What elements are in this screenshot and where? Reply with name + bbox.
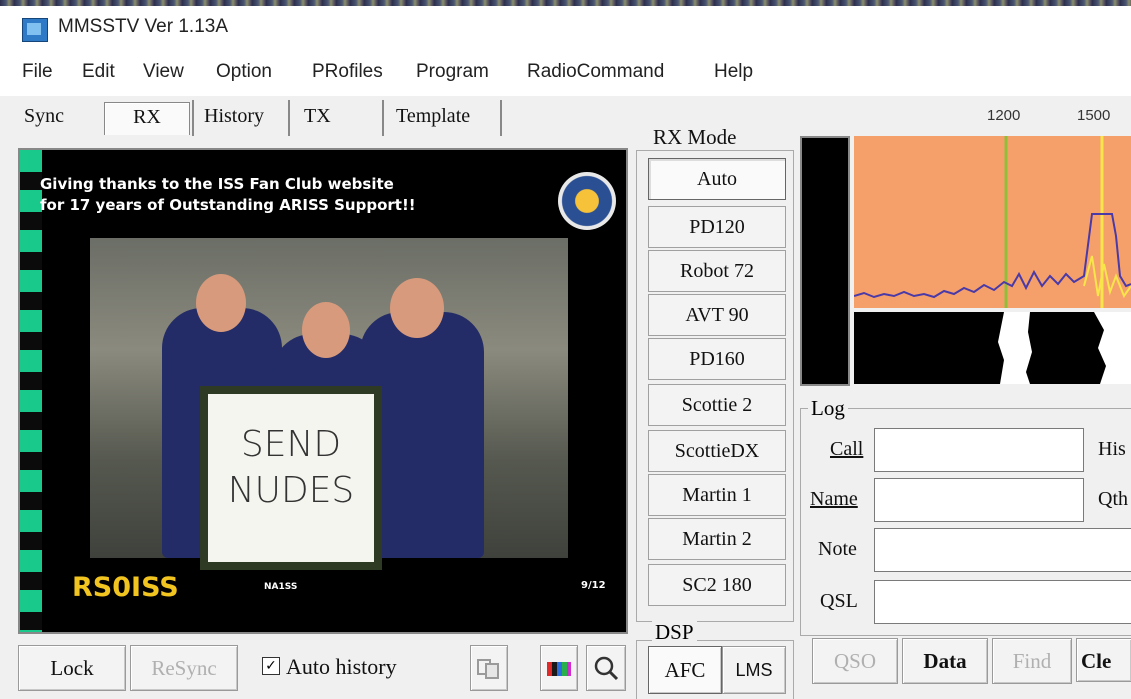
freq-label-1200: 1200 [987, 107, 1021, 124]
menu-profiles[interactable]: PRofiles [312, 61, 383, 83]
signal-level-meter [800, 136, 850, 386]
resync-button[interactable]: ReSync [130, 645, 238, 691]
sign-line-2: NUDES [227, 470, 355, 511]
log-legend: Log [808, 396, 848, 421]
tab-divider [288, 100, 290, 136]
his-label: His [1098, 438, 1126, 460]
menu-help[interactable]: Help [714, 61, 753, 83]
image-sync-stripes [20, 150, 42, 632]
afc-button[interactable]: AFC [648, 646, 722, 694]
tab-tx[interactable]: TX [304, 102, 331, 134]
menu-radiocommand[interactable]: RadioCommand [527, 61, 664, 83]
sign-line-1: SEND [240, 424, 342, 465]
data-button[interactable]: Data [902, 638, 988, 684]
waterfall-trace-left [998, 312, 1032, 384]
qso-button[interactable]: QSO [812, 638, 898, 684]
tab-template[interactable]: Template [396, 102, 470, 134]
lms-button[interactable]: LMS [722, 646, 786, 694]
color-bars-icon[interactable] [540, 645, 578, 691]
find-button[interactable]: Find [992, 638, 1072, 684]
copy-icon[interactable] [470, 645, 508, 691]
image-caption: Giving thanks to the ISS Fan Club websit… [40, 174, 416, 216]
tab-divider [192, 100, 194, 136]
spectrum-display[interactable] [854, 136, 1131, 308]
mode-martin2-button[interactable]: Martin 2 [648, 518, 786, 560]
tab-rx[interactable]: RX [104, 102, 190, 135]
mode-martin1-button[interactable]: Martin 1 [648, 474, 786, 516]
sign-board: SEND NUDES [200, 386, 382, 570]
menu-edit[interactable]: Edit [82, 61, 115, 83]
app-icon [22, 18, 48, 42]
iss-logo-icon [558, 172, 616, 230]
astronaut-center-head [302, 302, 350, 358]
menu-file[interactable]: File [22, 61, 53, 83]
call-input[interactable] [874, 428, 1084, 472]
image-callsign: RS0ISS [72, 572, 179, 603]
image-caption-line-2: for 17 years of Outstanding ARISS Suppor… [40, 196, 416, 214]
astronaut-left-head [196, 274, 246, 332]
mode-pd120-button[interactable]: PD120 [648, 206, 786, 248]
image-caption-line-1: Giving thanks to the ISS Fan Club websit… [40, 175, 394, 193]
lock-button[interactable]: Lock [18, 645, 126, 691]
note-label: Note [818, 538, 857, 560]
auto-history-checkbox[interactable]: ✓ [262, 657, 280, 675]
rx-mode-legend: RX Mode [650, 125, 740, 150]
qth-label: Qth [1098, 488, 1128, 510]
tab-sync[interactable]: Sync [24, 102, 64, 134]
tab-divider [382, 100, 384, 136]
waterfall-display[interactable] [854, 312, 1131, 384]
clear-button[interactable]: Cle [1076, 638, 1131, 682]
call-label: Call [830, 438, 864, 460]
mode-scottie2-button[interactable]: Scottie 2 [648, 384, 786, 426]
window-title: MMSSTV Ver 1.13A [58, 16, 229, 37]
spectrum-trace-yellow [1083, 255, 1131, 299]
mode-auto-button[interactable]: Auto [648, 158, 786, 200]
dsp-legend: DSP [652, 620, 697, 645]
astronaut-right-head [390, 278, 444, 338]
spectrum-trace [854, 213, 1131, 299]
mode-sc2-180-button[interactable]: SC2 180 [648, 564, 786, 606]
freq-label-1500: 1500 [1077, 107, 1111, 124]
tab-divider [500, 100, 502, 136]
menu-view[interactable]: View [143, 61, 184, 83]
image-small-id: NA1SS [264, 582, 298, 592]
mode-avt90-button[interactable]: AVT 90 [648, 294, 786, 336]
image-small-date: 9/12 [581, 580, 606, 591]
menu-bar: File Edit View Option PRofiles Program R… [0, 52, 1131, 96]
menu-option[interactable]: Option [216, 61, 272, 83]
qsl-input[interactable] [874, 580, 1131, 624]
waterfall-trace-right [1094, 312, 1131, 384]
magnifier-icon[interactable] [586, 645, 626, 691]
name-input[interactable] [874, 478, 1084, 522]
note-input[interactable] [874, 528, 1131, 572]
menu-program[interactable]: Program [416, 61, 489, 83]
name-label: Name [810, 488, 858, 510]
mode-robot72-button[interactable]: Robot 72 [648, 250, 786, 292]
rx-image-panel[interactable]: SEND NUDES Giving thanks to the ISS Fan … [18, 148, 628, 634]
auto-history-label: Auto history [286, 654, 397, 679]
tab-history[interactable]: History [204, 102, 264, 134]
qsl-label: QSL [820, 590, 858, 612]
mode-scottiedx-button[interactable]: ScottieDX [648, 430, 786, 472]
mode-pd160-button[interactable]: PD160 [648, 338, 786, 380]
